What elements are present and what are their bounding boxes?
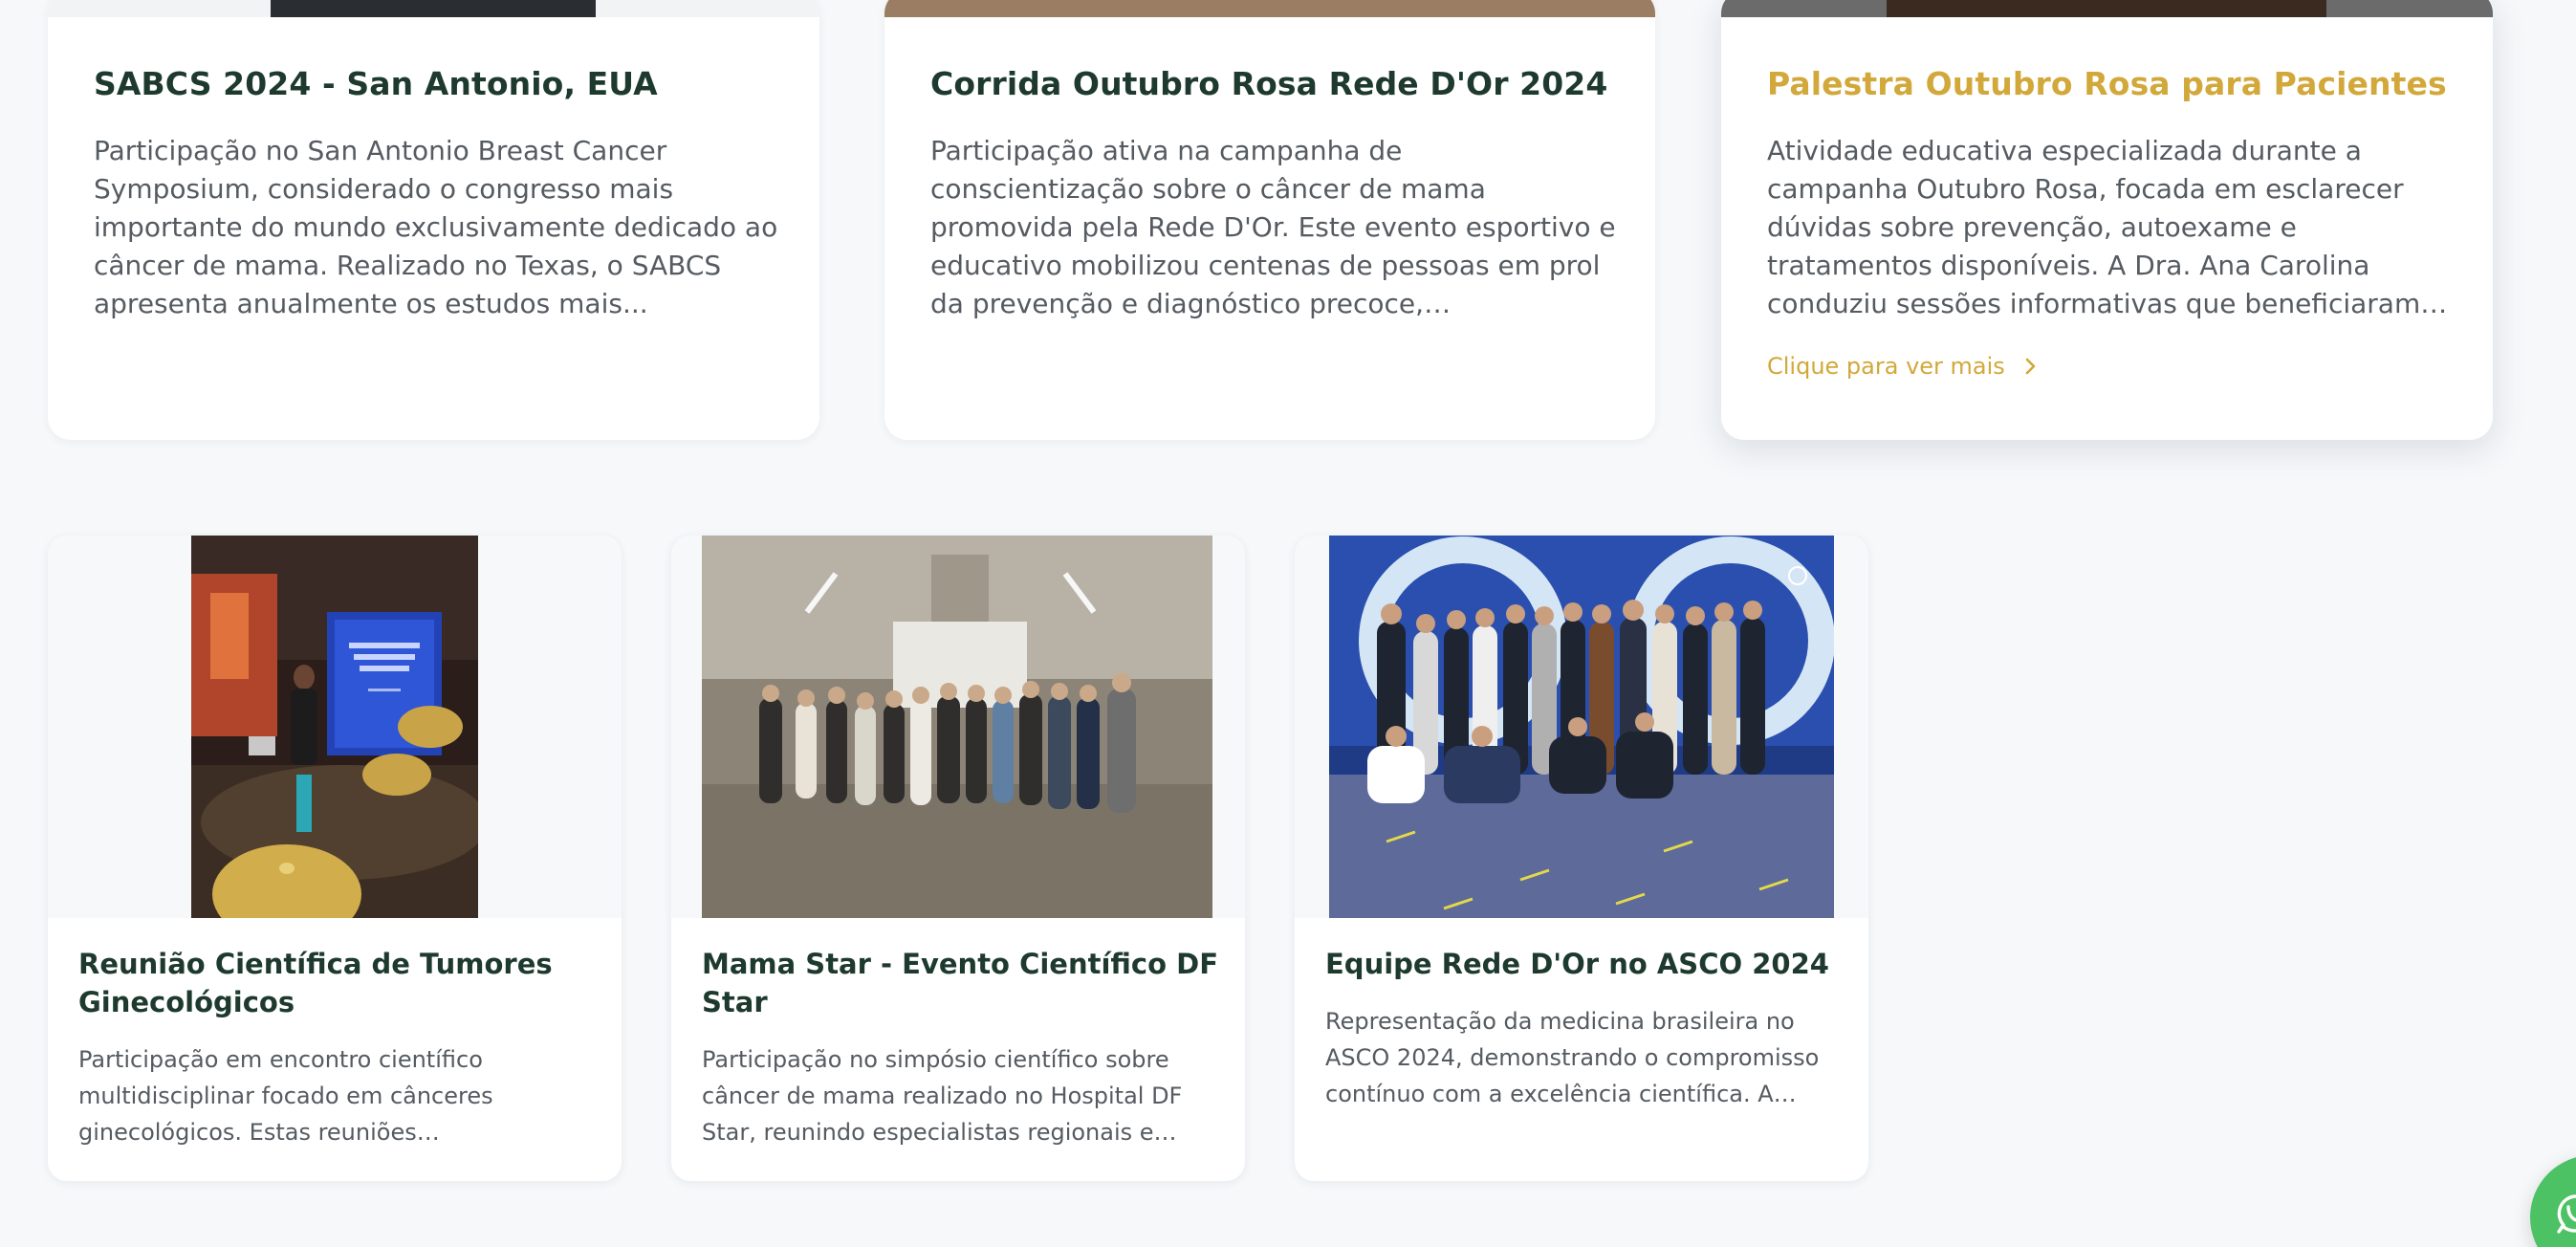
group-photo-asco bbox=[1329, 536, 1834, 918]
card-image bbox=[1721, 0, 2493, 17]
card-title: Equipe Rede D'Or no ASCO 2024 bbox=[1325, 948, 1829, 980]
events-gallery-page: SABCS 2024 - San Antonio, EUA Participaç… bbox=[0, 0, 2576, 1247]
card-title: Reunião Científica de Tumores Ginecológi… bbox=[78, 948, 553, 1018]
card-image bbox=[884, 0, 1655, 17]
card-photo-area bbox=[48, 536, 622, 918]
card-description: Participação em encontro científico mult… bbox=[78, 1046, 493, 1146]
event-card-mama-star[interactable]: Mama Star - Evento Científico DF Star Pa… bbox=[671, 536, 1245, 1181]
card-title: Corrida Outubro Rosa Rede D'Or 2024 bbox=[930, 65, 1608, 102]
see-more-link[interactable]: Clique para ver mais bbox=[1767, 353, 2040, 380]
card-description: Participação no San Antonio Breast Cance… bbox=[94, 135, 778, 319]
card-description: Participação no simpósio científico sobr… bbox=[702, 1046, 1183, 1146]
card-photo-area bbox=[671, 536, 1245, 918]
event-card-corrida-outubro-rosa[interactable]: Corrida Outubro Rosa Rede D'Or 2024 Part… bbox=[884, 0, 1655, 440]
event-card-sabcs-2024[interactable]: SABCS 2024 - San Antonio, EUA Participaç… bbox=[48, 0, 819, 440]
event-card-tumores-ginecologicos[interactable]: Reunião Científica de Tumores Ginecológi… bbox=[48, 536, 622, 1181]
chevron-right-icon bbox=[2025, 358, 2036, 375]
group-photo-conference-room bbox=[702, 536, 1212, 918]
event-card-palestra-outubro-rosa[interactable]: Palestra Outubro Rosa para Pacientes Ati… bbox=[1721, 0, 2493, 440]
whatsapp-floating-button[interactable] bbox=[2530, 1155, 2576, 1247]
card-title: SABCS 2024 - San Antonio, EUA bbox=[94, 65, 658, 102]
whatsapp-icon bbox=[2557, 1194, 2576, 1234]
presentation-photo bbox=[191, 536, 478, 918]
card-image bbox=[48, 0, 819, 17]
card-description: Atividade educativa especializada durant… bbox=[1767, 135, 2421, 319]
card-description: Representação da medicina brasileira no … bbox=[1325, 1008, 1820, 1107]
event-card-asco-2024[interactable]: Equipe Rede D'Or no ASCO 2024 Representa… bbox=[1295, 536, 1868, 1181]
card-title: Mama Star - Evento Científico DF Star bbox=[702, 948, 1218, 1018]
card-photo-area bbox=[1295, 536, 1868, 918]
see-more-label: Clique para ver mais bbox=[1767, 353, 2005, 380]
card-title: Palestra Outubro Rosa para Pacientes bbox=[1767, 65, 2447, 102]
card-description: Participação ativa na campanha de consci… bbox=[930, 135, 1616, 319]
